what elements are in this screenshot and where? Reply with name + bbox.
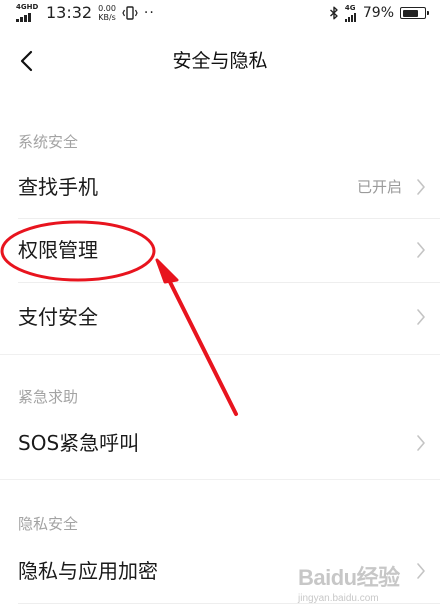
status-left: 4GHD 13:32 0.00 KB/s ··	[16, 2, 155, 24]
divider	[18, 282, 440, 283]
chevron-right-icon	[417, 179, 425, 195]
bluetooth-icon	[329, 6, 338, 20]
list-item-find-phone[interactable]: 查找手机 已开启	[0, 156, 440, 218]
battery-percent: 79%	[362, 5, 394, 21]
divider	[18, 603, 440, 604]
more-notifications-icon: ··	[143, 5, 155, 21]
status-bar: 4GHD 13:32 0.00 KB/s ·· 4G 79%	[0, 0, 440, 26]
list-item-payment-security[interactable]: 支付安全	[0, 286, 440, 348]
signal-icon-2	[344, 13, 356, 22]
battery-level-fill	[402, 9, 419, 17]
item-label: SOS紧急呼叫	[18, 431, 140, 455]
section-label-privacy-security: 隐私安全	[18, 515, 79, 533]
status-right: 4G 79%	[329, 2, 429, 24]
status-time: 13:32	[46, 3, 93, 22]
network-indicator: 4GHD	[16, 3, 38, 23]
section-label-system-security: 系统安全	[18, 133, 79, 151]
chevron-right-icon	[417, 563, 425, 579]
chevron-right-icon	[417, 242, 425, 258]
network2-label: 4G	[344, 4, 356, 12]
network-speed-unit: KB/s	[98, 13, 116, 22]
title-bar: 安全与隐私	[0, 26, 440, 96]
page-title: 安全与隐私	[172, 50, 268, 72]
section-label-emergency-help: 紧急求助	[18, 388, 79, 406]
item-label: 权限管理	[18, 238, 98, 262]
list-item-sos-emergency-call[interactable]: SOS紧急呼叫	[0, 412, 440, 474]
signal-icon	[16, 13, 31, 22]
vibrate-icon	[122, 6, 138, 20]
network-label: 4GHD	[16, 3, 39, 11]
network-indicator-2: 4G	[344, 4, 357, 22]
list-item-privacy-app-encryption[interactable]: 隐私与应用加密	[0, 540, 440, 602]
item-label: 隐私与应用加密	[18, 559, 158, 583]
item-label: 查找手机	[18, 175, 98, 199]
chevron-right-icon	[417, 435, 425, 451]
list-item-permission-management[interactable]: 权限管理	[0, 219, 440, 281]
section-divider	[0, 354, 440, 355]
network-speed: 0.00 KB/s	[98, 4, 116, 22]
chevron-right-icon	[417, 309, 425, 325]
item-status-value: 已开启	[356, 178, 402, 196]
network-speed-value: 0.00	[98, 4, 116, 13]
item-label: 支付安全	[18, 305, 98, 329]
battery-icon	[400, 7, 429, 19]
section-divider	[0, 479, 440, 480]
